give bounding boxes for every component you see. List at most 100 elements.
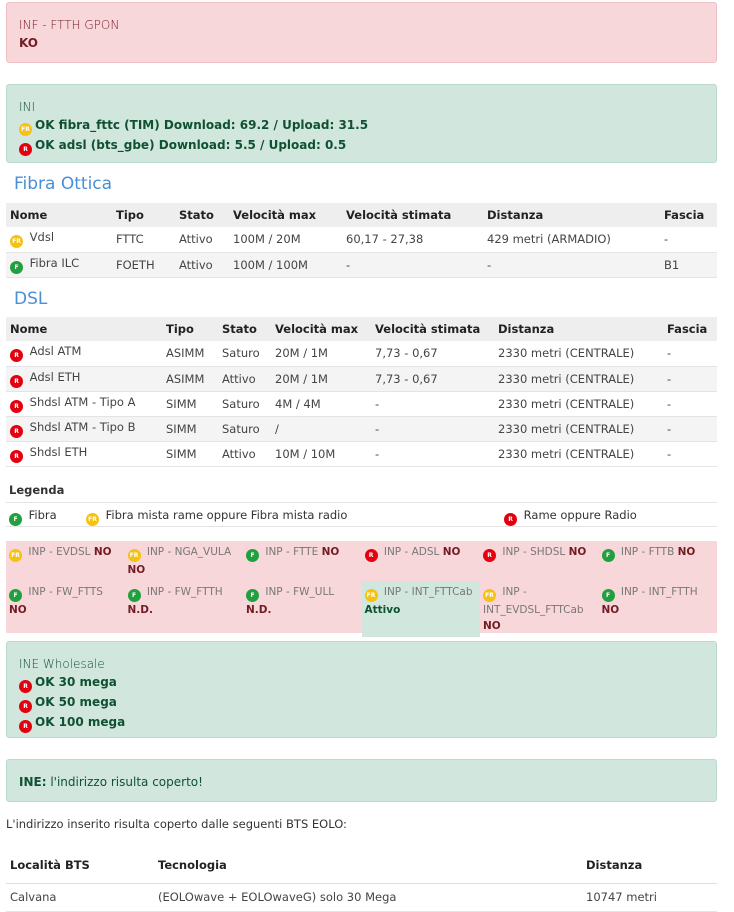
cell-name: R Adsl ATM [6, 341, 162, 367]
cell: 7,73 - 0,67 [371, 366, 494, 392]
column-header: Tipo [112, 203, 175, 227]
inp-value: NO [483, 620, 501, 632]
badge-fr-icon: FR [10, 235, 23, 249]
inp-label: INP - INT_FTTH [620, 586, 698, 598]
cell: - [663, 391, 717, 417]
cell: - [663, 441, 717, 467]
bts-intro: L'indirizzo inserito risulta coperto dal… [6, 817, 347, 831]
cell: Attivo [175, 252, 229, 278]
cell: 2330 metri (CENTRALE) [494, 366, 663, 392]
status-line-text: OK 100 mega [35, 715, 126, 729]
badge-r-icon: R [10, 424, 23, 438]
cell: SIMM [162, 441, 218, 467]
cell: 4M / 4M [271, 391, 371, 417]
status-line: R OK adsl (bts_gbe) Download: 5.5 / Uploa… [19, 136, 704, 156]
badge-r-icon: R [19, 700, 32, 713]
badge-f-icon: F [246, 589, 259, 602]
cell: - [371, 416, 494, 442]
cell: - [660, 227, 717, 253]
cell-text: Adsl ETH [29, 369, 81, 384]
table-row: Calvana (EOLOwave + EOLOwaveG) solo 30 Me… [6, 883, 717, 912]
cell: 10747 metri [582, 883, 717, 912]
fibra-table: Nome Tipo Stato Velocità max Velocità stimat… [6, 203, 717, 278]
legend-title: Legenda [6, 483, 717, 503]
column-header: Distanza [483, 203, 660, 227]
badge-r-icon: R [10, 374, 23, 388]
badge-r-icon: R [19, 680, 32, 693]
bts-table: Località BTS Tecnologia Distanza Calvana (EO… [6, 847, 717, 912]
dsl-table: Nome Tipo Stato Velocità max Velocità stimat… [6, 317, 717, 467]
fibra-heading: Fibra Ottica [14, 174, 113, 194]
column-header: Fascia [660, 203, 717, 227]
inp-value: NO [321, 546, 340, 558]
table-row: R Shdsl ETH SIMM Attivo 10M / 10M -2330 metr… [6, 441, 717, 467]
column-header: Stato [218, 317, 271, 341]
inp-item: R INP - ADSL NO [362, 541, 481, 581]
inf-title: INF - FTTH GPON [19, 18, 120, 32]
inp-item: R INP - SHDSL NO [480, 541, 599, 581]
ini-title: INI [19, 100, 36, 114]
cell-name: R Shdsl ATM - Tipo B [6, 416, 162, 442]
cell: ASIMM [162, 341, 218, 367]
inp-value: Attivo [364, 604, 401, 616]
cell-text: Adsl ATM [29, 344, 82, 359]
cell: ASIMM [162, 366, 218, 392]
badge-fr-icon: FR [127, 549, 141, 562]
inp-label: INP - NGA_VULA [146, 546, 232, 558]
inf-status: KO [19, 36, 38, 50]
status-line: R OK 50 mega [19, 693, 704, 713]
cell: - [663, 416, 717, 442]
legend-item: R Rame oppure Radio [504, 508, 637, 526]
inp-item: F INP - FW_ULL N.D. [243, 581, 362, 637]
badge-r-icon: R [483, 549, 496, 562]
cell: 100M / 20M [229, 227, 342, 253]
cell-name: F Fibra ILC [6, 252, 112, 278]
ine-alert: INE Wholesale R OK 30 mega R OK 50 mega R OK … [6, 641, 717, 738]
inp-value: NO [442, 546, 461, 558]
inp-item: FR INP - NGA_VULA NO [125, 541, 244, 581]
cell-name: R Shdsl ATM - Tipo A [6, 391, 162, 417]
table-row: R Adsl ATM ASIMM Saturo 20M / 1M 7,73 - 0,67… [6, 341, 717, 367]
cell: 7,73 - 0,67 [371, 341, 494, 367]
column-header: Distanza [582, 847, 717, 884]
cell: 2330 metri (CENTRALE) [494, 416, 663, 442]
table-row: R Shdsl ATM - Tipo A SIMM Saturo 4M / 4M -23… [6, 391, 717, 417]
inp-label: INP - FTTB [620, 546, 675, 558]
column-header: Velocità max [271, 317, 371, 341]
cell: Calvana [6, 883, 154, 912]
status-line-text: OK fibra_fttc (TIM) Download: 69.2 / Upl… [35, 118, 369, 132]
inp-value: N.D. [246, 604, 272, 616]
cell: - [371, 391, 494, 417]
inp-item: F INP - INT_FTTH NO [599, 581, 718, 637]
column-header: Nome [6, 203, 112, 227]
inp-item: F INP - FTTB NO [599, 541, 718, 581]
column-header: Velocità stimata [342, 203, 483, 227]
inp-label: INP - INT_EVDSL_FTTCab [483, 586, 584, 616]
cell-text: Shdsl ATM - Tipo B [29, 419, 136, 434]
table-row: FR Vdsl FTTC Attivo 100M / 20M 60,17 - 27,38… [6, 227, 717, 253]
badge-f-icon: F [10, 260, 23, 274]
column-header: Stato [175, 203, 229, 227]
cell: Saturo [218, 416, 271, 442]
cell-text: Fibra ILC [29, 255, 80, 270]
legend-label: Fibra mista rame oppure Fibra mista radi… [105, 508, 348, 522]
column-header: Tipo [162, 317, 218, 341]
cell: - [663, 341, 717, 367]
cell-text: Shdsl ETH [29, 444, 88, 459]
cell: 60,17 - 27,38 [342, 227, 483, 253]
badge-f-icon: F [601, 549, 615, 562]
cell: Attivo [218, 441, 271, 467]
cell: SIMM [162, 416, 218, 442]
inp-label: INP - FW_FTTH [146, 586, 223, 598]
cell: Attivo [218, 366, 271, 392]
status-line-text: OK 30 mega [35, 675, 117, 689]
badge-r-icon: R [19, 143, 32, 156]
badge-r-icon: R [10, 449, 23, 463]
cell: (EOLOwave + EOLOwaveG) solo 30 Mega [154, 883, 582, 912]
cell: FOETH [112, 252, 175, 278]
cell: 20M / 1M [271, 366, 371, 392]
status-line-text: OK adsl (bts_gbe) Download: 5.5 / Upload… [35, 138, 347, 152]
inp-label: INP - FW_ULL [265, 586, 335, 598]
inp-label: INP - EVDSL [28, 546, 91, 558]
column-header: Distanza [494, 317, 663, 341]
